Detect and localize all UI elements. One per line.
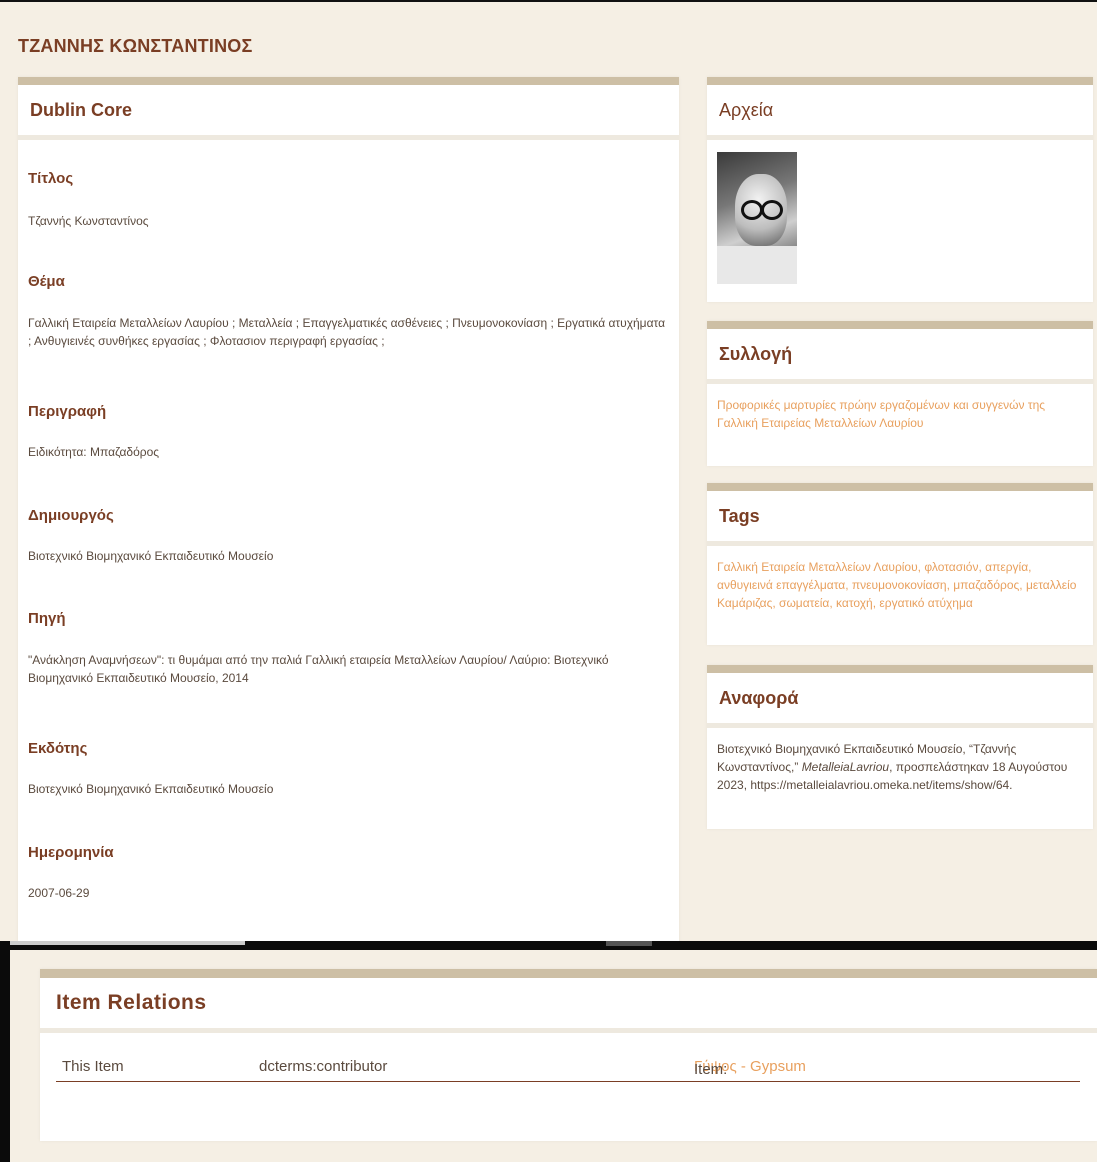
file-thumbnail[interactable] bbox=[717, 152, 797, 284]
tag-link[interactable]: φλοτασιόν bbox=[924, 560, 978, 574]
field-value-source: "Ανάκληση Αναμνήσεων": τι θυμάμαι από τη… bbox=[28, 653, 609, 685]
top-border bbox=[0, 0, 1097, 2]
field-value-title: Τζαννής Κωνσταντίνος bbox=[28, 214, 149, 228]
field-label-source: Πηγή bbox=[28, 610, 66, 627]
page-title: ΤΖΑΝΝΗΣ ΚΩΝΣΤΑΝΤΙΝΟΣ bbox=[18, 36, 253, 56]
field-value-description: Ειδικότητα: Μπαζαδόρος bbox=[28, 445, 160, 459]
divider-bar bbox=[0, 941, 1097, 950]
tags-heading: Tags bbox=[707, 491, 1093, 546]
field-label-publisher: Εκδότης bbox=[28, 740, 88, 757]
panel-bar bbox=[707, 77, 1093, 85]
item-relations-heading: Item Relations bbox=[40, 978, 1097, 1033]
relation-object-prefix: Item: bbox=[694, 1061, 728, 1078]
table-row: This Item dcterms:contributor Item: Γύψο… bbox=[56, 1055, 1080, 1082]
tag-link[interactable]: πνευμονοκονίαση bbox=[852, 578, 947, 592]
collection-link[interactable]: Προφορικές μαρτυρίες πρώην εργαζομένων κ… bbox=[717, 398, 1045, 430]
field-label-description: Περιγραφή bbox=[28, 403, 107, 420]
tag-link[interactable]: ανθυγιεινά επαγγέλματα bbox=[717, 578, 845, 592]
citation-panel: Αναφορά Βιοτεχνικό Βιομηχανικό Εκπαιδευτ… bbox=[707, 665, 1093, 829]
files-heading: Αρχεία bbox=[707, 85, 1093, 140]
citation-site: MetalleiaLavriou bbox=[801, 760, 890, 774]
tag-list: Γαλλική Εταιρεία Μεταλλείων Λαυρίου, φλο… bbox=[717, 560, 1077, 610]
dublin-core-heading: Dublin Core bbox=[18, 85, 679, 140]
panel-bar bbox=[18, 77, 679, 85]
collection-panel: Συλλογή Προφορικές μαρτυρίες πρώην εργαζ… bbox=[707, 321, 1093, 466]
tags-panel: Tags Γαλλική Εταιρεία Μεταλλείων Λαυρίου… bbox=[707, 483, 1093, 645]
files-panel: Αρχεία bbox=[707, 77, 1093, 302]
field-label-title: Τίτλος bbox=[28, 170, 74, 187]
tag-link[interactable]: εργατικό ατύχημα bbox=[879, 596, 972, 610]
citation-text: Βιοτεχνικό Βιομηχανικό Εκπαιδευτικό Μουσ… bbox=[707, 728, 1093, 806]
frame-left bbox=[0, 941, 10, 1162]
item-relations-panel: Item Relations This Item dcterms:contrib… bbox=[40, 969, 1097, 1141]
field-label-subject: Θέμα bbox=[28, 273, 65, 290]
relation-predicate: dcterms:contributor bbox=[259, 1058, 388, 1075]
panel-bar bbox=[707, 483, 1093, 491]
field-label-date: Ημερομηνία bbox=[28, 844, 114, 861]
tag-link[interactable]: Γαλλική Εταιρεία Μεταλλείων Λαυρίου bbox=[717, 560, 918, 574]
field-label-creator: Δημιουργός bbox=[28, 507, 114, 524]
collection-heading: Συλλογή bbox=[707, 329, 1093, 384]
citation-url: https://metalleialavriou.omeka.net/items… bbox=[750, 778, 1013, 792]
dublin-core-panel: Dublin Core Τίτλος Τζαννής Κωνσταντίνος … bbox=[18, 77, 679, 944]
tag-link[interactable]: κατοχή bbox=[836, 596, 873, 610]
field-value-creator: Βιοτεχνικό Βιομηχανικό Εκπαιδευτικό Μουσ… bbox=[28, 549, 274, 563]
tag-link[interactable]: απεργία bbox=[985, 560, 1028, 574]
panel-bar bbox=[707, 321, 1093, 329]
field-value-date: 2007-06-29 bbox=[28, 886, 90, 900]
panel-bar bbox=[40, 969, 1097, 978]
tag-link[interactable]: σωματεία bbox=[779, 596, 829, 610]
field-value-publisher: Βιοτεχνικό Βιομηχανικό Εκπαιδευτικό Μουσ… bbox=[28, 782, 274, 796]
panel-bar bbox=[707, 665, 1093, 673]
relation-subject: This Item bbox=[62, 1058, 124, 1075]
tag-link[interactable]: μπαζαδόρος bbox=[953, 578, 1019, 592]
citation-heading: Αναφορά bbox=[707, 673, 1093, 728]
field-value-subject: Γαλλική Εταιρεία Μεταλλείων Λαυρίου ; Με… bbox=[28, 316, 666, 348]
